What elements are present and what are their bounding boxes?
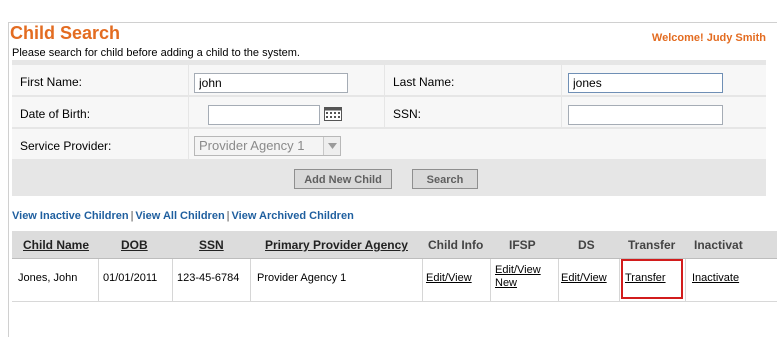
header-primary-provider-agency[interactable]: Primary Provider Agency bbox=[265, 238, 408, 252]
service-provider-label: Service Provider: bbox=[20, 139, 112, 153]
header-inactivate: Inactivat bbox=[694, 238, 743, 252]
cell-agency: Provider Agency 1 bbox=[257, 272, 347, 284]
header-ds: DS bbox=[578, 238, 595, 252]
inactivate-link[interactable]: Inactivate bbox=[692, 272, 739, 285]
welcome-message: Welcome! Judy Smith bbox=[651, 32, 766, 44]
search-button[interactable]: Search bbox=[412, 169, 478, 189]
first-name-label: First Name: bbox=[20, 75, 83, 89]
dob-label: Date of Birth: bbox=[20, 107, 91, 121]
form-row-dob-ssn: Date of Birth: SSN: bbox=[12, 97, 766, 128]
last-name-label: Last Name: bbox=[393, 75, 455, 89]
cell-child-name: Jones, John bbox=[18, 272, 78, 284]
view-all-children-link[interactable]: View All Children bbox=[135, 210, 224, 222]
header-child-name[interactable]: Child Name bbox=[23, 238, 89, 252]
view-archived-children-link[interactable]: View Archived Children bbox=[232, 210, 354, 222]
last-name-input[interactable] bbox=[568, 73, 723, 93]
ds-edit-view-link[interactable]: Edit/View bbox=[561, 272, 607, 285]
add-new-child-button[interactable]: Add New Child bbox=[294, 169, 392, 189]
view-links: View Inactive Children | View All Children… bbox=[12, 210, 354, 222]
ssn-input[interactable] bbox=[568, 105, 723, 125]
cell-dob: 01/01/2011 bbox=[103, 272, 158, 284]
header-child-info: Child Info bbox=[428, 238, 484, 252]
calendar-icon[interactable] bbox=[324, 107, 342, 121]
ssn-label: SSN: bbox=[393, 107, 422, 121]
table-header: Child Name DOB SSN Primary Provider Agen… bbox=[12, 231, 777, 259]
ifsp-edit-view-new-link[interactable]: Edit/View New bbox=[495, 264, 545, 290]
page-title: Child Search bbox=[10, 23, 121, 43]
transfer-highlight-box bbox=[621, 259, 683, 299]
form-row-names: First Name: Last Name: bbox=[12, 65, 766, 96]
header-transfer: Transfer bbox=[628, 238, 676, 252]
form-row-provider: Service Provider: Provider Agency 1 bbox=[12, 129, 766, 160]
view-inactive-children-link[interactable]: View Inactive Children bbox=[12, 210, 129, 222]
child-info-edit-view-link[interactable]: Edit/View bbox=[426, 272, 472, 285]
first-name-input[interactable] bbox=[194, 73, 348, 93]
service-provider-value: Provider Agency 1 bbox=[199, 138, 305, 153]
search-instruction: Please search for child before adding a … bbox=[12, 47, 300, 59]
link-separator: | bbox=[226, 210, 230, 222]
cell-ssn: 123-45-6784 bbox=[177, 272, 240, 284]
dob-input[interactable] bbox=[208, 105, 320, 125]
header-ifsp: IFSP bbox=[509, 238, 536, 252]
service-provider-select[interactable]: Provider Agency 1 bbox=[194, 136, 341, 156]
header-ssn[interactable]: SSN bbox=[199, 238, 224, 252]
header-dob[interactable]: DOB bbox=[121, 238, 148, 252]
chevron-down-icon[interactable] bbox=[323, 137, 340, 155]
